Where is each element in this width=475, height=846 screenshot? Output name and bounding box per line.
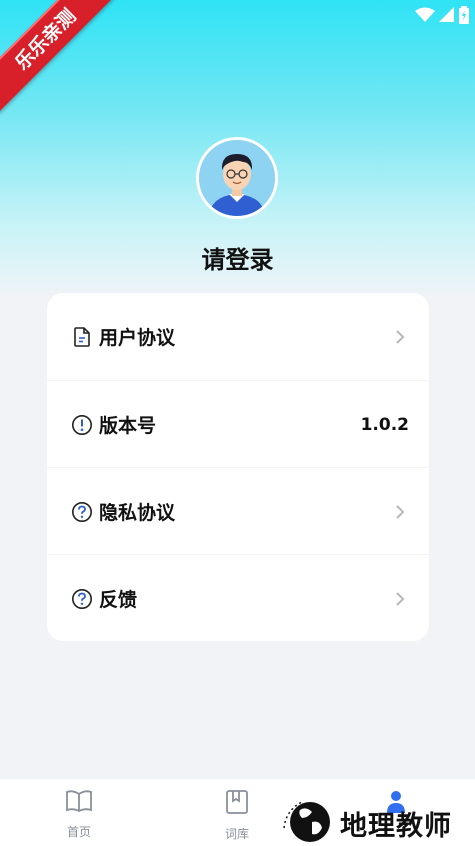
tab-label: 词库	[224, 827, 249, 841]
tab-label: 首页	[66, 825, 91, 839]
question-icon	[72, 501, 92, 522]
document-icon	[74, 326, 90, 347]
tab-vocabulary[interactable]: 词库	[207, 789, 267, 842]
globe-logo-icon	[283, 800, 332, 844]
info-icon	[72, 414, 92, 435]
tab-home[interactable]: 首页	[49, 789, 109, 840]
battery-icon	[459, 6, 469, 24]
book-open-icon	[66, 790, 92, 813]
watermark-overlay: 地理教师	[270, 794, 475, 846]
user-avatar-illustration	[199, 140, 275, 216]
bookmark-book-icon	[226, 790, 248, 814]
menu-item-label: 版本号	[99, 415, 157, 437]
menu-item-label: 隐私协议	[99, 502, 176, 524]
avatar[interactable]	[196, 137, 278, 219]
menu-item-user-agreement[interactable]: 用户协议	[47, 293, 429, 380]
signal-icon	[439, 7, 454, 22]
status-bar	[415, 4, 469, 26]
menu-item-version[interactable]: 版本号 1.0.2	[47, 380, 429, 468]
version-value: 1.0.2	[360, 414, 409, 435]
question-icon	[72, 588, 92, 609]
login-prompt[interactable]: 请登录	[0, 240, 475, 275]
chevron-right-icon	[396, 591, 405, 606]
chevron-right-icon	[396, 504, 405, 519]
watermark-text: 地理教师	[340, 811, 452, 842]
wifi-icon	[415, 7, 435, 22]
menu-item-feedback[interactable]: 反馈	[47, 554, 429, 642]
menu-item-privacy-policy[interactable]: 隐私协议	[47, 467, 429, 555]
settings-card: 用户协议 版本号 1.0.2 隐私协议 反馈	[47, 293, 429, 641]
menu-item-label: 用户协议	[99, 327, 176, 349]
menu-item-label: 反馈	[99, 589, 138, 611]
chevron-right-icon	[396, 329, 405, 344]
